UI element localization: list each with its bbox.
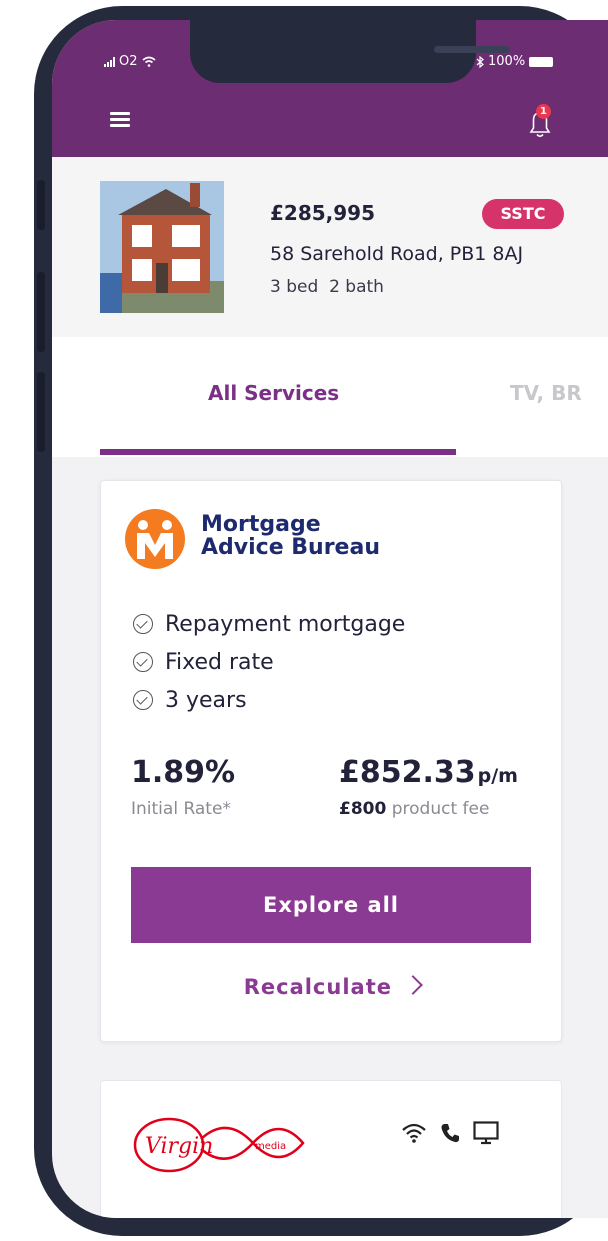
feature-item: 3 years [133,681,405,719]
side-button [37,180,45,230]
monthly-payment: £852.33 p/m [339,755,518,790]
mortgage-advice-bureau-logo [125,509,185,569]
carrier-label: O2 [119,54,138,69]
wifi-status-icon [142,56,156,67]
service-icons [401,1121,499,1145]
recalculate-link[interactable]: Recalculate [101,975,563,999]
chevron-right-icon [403,975,424,995]
status-bar-right: 100% [476,54,554,69]
tab-tv-broadband[interactable]: TV, BR [510,381,582,405]
property-price: £285,995 [270,201,376,225]
notification-count-badge: 1 [536,104,551,119]
tv-icon [473,1121,499,1145]
initial-rate-label: Initial Rate* [131,799,231,819]
broadband-card[interactable]: Virgin media [100,1080,562,1218]
recalculate-label: Recalculate [243,975,392,999]
check-circle-icon [133,652,153,672]
phone-notch [190,20,510,83]
phone-screen: O2 100% 1 £285,995 SSTC 58 Sarehold Road… [52,20,608,1218]
tab-all-services[interactable]: All Services [208,381,339,405]
status-badge: SSTC [482,199,564,229]
service-tabs: All Services TV, BR [52,337,608,457]
mortgage-card: Mortgage Advice Bureau Repayment mortgag… [100,480,562,1042]
monthly-amount: £852.33 [339,755,476,790]
virgin-logo-text: Virgin [145,1134,213,1159]
active-tab-indicator [100,449,456,455]
feature-item: Repayment mortgage [133,605,405,643]
initial-rate: 1.89% [131,755,236,790]
battery-icon [529,56,554,67]
explore-all-button[interactable]: Explore all [131,867,531,943]
property-beds-baths: 3 bed 2 bath [270,277,384,297]
feature-label: Repayment mortgage [165,611,406,637]
check-circle-icon [133,614,153,634]
app-header: O2 100% 1 [52,20,608,157]
bluetooth-icon [476,55,484,68]
feature-label: 3 years [165,687,247,713]
provider-name-line2: Advice Bureau [201,535,380,560]
phone-icon [441,1124,459,1143]
battery-percent: 100% [488,54,526,69]
signal-icon [104,56,115,67]
property-photo [100,181,224,313]
feature-list: Repayment mortgage Fixed rate 3 years [133,605,405,719]
notification-bell-button[interactable]: 1 [524,104,556,140]
speaker-grille [434,46,510,53]
side-button [37,272,45,352]
media-logo-text: media [255,1141,286,1152]
side-button [37,372,45,452]
fee-amount: £800 [339,799,387,819]
feature-label: Fixed rate [165,649,274,675]
check-circle-icon [133,690,153,710]
feature-item: Fixed rate [133,643,405,681]
property-address: 58 Sarehold Road, PB1 8AJ [270,243,524,265]
monthly-suffix: p/m [477,765,518,787]
wifi-icon [402,1123,426,1143]
product-fee: £800 product fee [339,799,489,819]
property-summary[interactable]: £285,995 SSTC 58 Sarehold Road, PB1 8AJ … [52,157,608,337]
fee-label: product fee [391,799,490,819]
virgin-media-logo: Virgin media [133,1117,305,1173]
status-bar-left: O2 [104,54,156,69]
hamburger-menu-icon[interactable] [110,112,130,127]
provider-name: Mortgage Advice Bureau [201,513,380,559]
provider-name-line1: Mortgage [201,512,321,537]
